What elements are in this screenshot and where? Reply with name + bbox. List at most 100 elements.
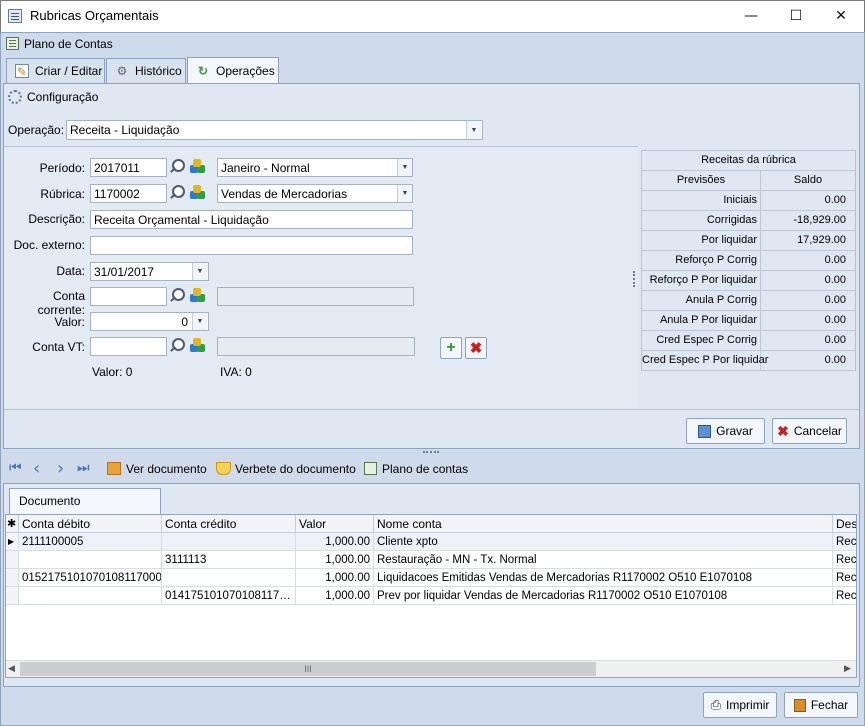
- save-button[interactable]: Gravar: [686, 418, 765, 444]
- side-col-previsoes: Previsões: [642, 171, 761, 190]
- horizontal-scrollbar[interactable]: ◀ III ▶: [6, 660, 856, 677]
- last-record-icon[interactable]: ⏭: [77, 460, 90, 476]
- grid-cell[interactable]: 1,000.00: [296, 551, 374, 569]
- side-col-saldo: Saldo: [793, 174, 823, 186]
- side-row-value: 0.00: [824, 254, 846, 266]
- grid-header-valor[interactable]: Valor: [296, 515, 374, 533]
- grid-header-nome-conta[interactable]: Nome conta: [374, 515, 833, 533]
- external-doc-input[interactable]: [90, 236, 413, 255]
- grid-cell[interactable]: Cliente xpto: [374, 533, 833, 551]
- add-plus-icon[interactable]: +: [440, 337, 462, 359]
- rubric-input[interactable]: 1170002: [90, 184, 167, 203]
- grid-cell[interactable]: 014175101070108117…: [162, 587, 296, 605]
- vt-account-label: Conta VT:: [32, 340, 85, 354]
- print-button[interactable]: ⎙ Imprimir: [703, 692, 777, 718]
- next-record-icon[interactable]: ›: [57, 458, 64, 479]
- search-icon[interactable]: [169, 287, 186, 304]
- row-selector[interactable]: [6, 569, 19, 587]
- operation-select[interactable]: Receita - Liquidação: [66, 120, 483, 140]
- lookup-cubes-icon[interactable]: [189, 287, 206, 304]
- account-input[interactable]: [90, 287, 167, 306]
- side-row-value: 0.00: [824, 294, 846, 306]
- chevron-down-icon[interactable]: ▼: [466, 121, 481, 139]
- chevron-down-icon[interactable]: ▼: [397, 159, 412, 176]
- view-document-link[interactable]: Ver documento: [126, 462, 207, 476]
- grid-cell[interactable]: Rece: [833, 569, 856, 587]
- period-desc-select[interactable]: Janeiro - Normal: [217, 158, 413, 177]
- grid-cell[interactable]: 1,000.00: [296, 569, 374, 587]
- lookup-cubes-icon[interactable]: [189, 158, 206, 175]
- tab-historico[interactable]: ⚙ Histórico: [106, 58, 186, 83]
- row-selector[interactable]: [6, 587, 19, 605]
- printer-icon: ⎙: [710, 697, 722, 712]
- remove-x-icon[interactable]: ✖: [465, 337, 487, 359]
- vt-account-input[interactable]: [90, 337, 167, 356]
- external-doc-label: Doc. externo:: [13, 238, 85, 252]
- side-row-label: Reforço P Por liquidar: [642, 271, 761, 290]
- date-value: 31/01/2017: [94, 265, 155, 279]
- cancel-button[interactable]: ✖ Cancelar: [772, 418, 847, 444]
- grid-cell[interactable]: Prev por liquidar Vendas de Mercadorias …: [374, 587, 833, 605]
- rubric-desc-select[interactable]: Vendas de Mercadorias: [217, 184, 413, 203]
- row-selector[interactable]: ▶: [6, 533, 19, 551]
- grid-cell[interactable]: Rece: [833, 551, 856, 569]
- cancel-x-icon: ✖: [777, 422, 789, 439]
- grid-cell[interactable]: [162, 533, 296, 551]
- close-label: Fechar: [810, 698, 849, 712]
- tab-operacoes[interactable]: ↻ Operações: [187, 57, 279, 84]
- lookup-cubes-icon[interactable]: [189, 337, 206, 354]
- grid-cell[interactable]: [19, 551, 162, 569]
- grid-cell[interactable]: 1,000.00: [296, 587, 374, 605]
- grid-header-conta-credito[interactable]: Conta crédito: [162, 515, 296, 533]
- scroll-thumb[interactable]: III: [20, 662, 596, 676]
- first-record-icon[interactable]: ⏮: [9, 460, 22, 476]
- row-header-corner: ✱: [6, 515, 19, 533]
- side-row-label: Anula P Por liquidar: [642, 311, 761, 330]
- divider: [4, 409, 859, 410]
- maximize-button[interactable]: ☐: [773, 0, 819, 31]
- side-row-value: 0.00: [824, 274, 846, 286]
- row-selector[interactable]: [6, 551, 19, 569]
- description-input[interactable]: Receita Orçamental - Liquidação: [90, 210, 413, 229]
- breadcrumb-plano-de-contas[interactable]: Plano de Contas: [24, 37, 113, 51]
- grid-cell[interactable]: 2111100005: [19, 533, 162, 551]
- side-row-value: -18,929.00: [793, 214, 846, 226]
- grid-cell[interactable]: 0152175101070108117000​2: [19, 569, 162, 587]
- plano-de-contas-link[interactable]: Plano de contas: [382, 462, 468, 476]
- search-icon[interactable]: [169, 158, 186, 175]
- lookup-cubes-icon[interactable]: [189, 184, 206, 201]
- grid-cell[interactable]: [162, 569, 296, 587]
- close-button[interactable]: ✕: [818, 0, 864, 31]
- search-icon[interactable]: [169, 184, 186, 201]
- tab-document[interactable]: Documento 2017011.101.1: [9, 488, 161, 532]
- grid-header-desc[interactable]: Desc: [833, 515, 856, 533]
- cancel-label: Cancelar: [793, 424, 842, 438]
- grid-cell[interactable]: Rece: [833, 587, 856, 605]
- grid-header-conta-debito[interactable]: Conta débito: [19, 515, 162, 533]
- close-window-button[interactable]: Fechar: [784, 692, 858, 718]
- verbete-link[interactable]: Verbete do documento: [235, 462, 356, 476]
- chevron-down-icon[interactable]: ▼: [192, 263, 207, 280]
- grid-cell[interactable]: Rece: [833, 533, 856, 551]
- grid-cell[interactable]: 3111113: [162, 551, 296, 569]
- side-row-label: Cred Espec P Por liquidar: [642, 351, 768, 370]
- scroll-left-icon[interactable]: ◀: [8, 663, 15, 674]
- chevron-down-icon[interactable]: ▼: [192, 313, 207, 330]
- side-row-value: 0.00: [824, 194, 846, 206]
- side-row: Reforço P Corrig 0.00: [642, 251, 855, 271]
- side-row-value: 17,929.00: [797, 234, 846, 246]
- vertical-splitter[interactable]: [633, 271, 635, 287]
- search-icon[interactable]: [169, 337, 186, 354]
- period-input[interactable]: 2017011: [90, 158, 167, 177]
- horizontal-splitter[interactable]: [423, 451, 439, 453]
- grid-cell[interactable]: [19, 587, 162, 605]
- grid-cell[interactable]: 1,000.00: [296, 533, 374, 551]
- tab-criar-editar[interactable]: ✎ Criar / Editar: [6, 58, 105, 83]
- side-row-label: Iniciais: [642, 191, 761, 210]
- grid-cell[interactable]: Restauração - MN - Tx. Normal: [374, 551, 833, 569]
- previous-record-icon[interactable]: ‹: [33, 458, 40, 479]
- grid-cell[interactable]: Liquidacoes Emitidas Vendas de Mercadori…: [374, 569, 833, 587]
- minimize-button[interactable]: —: [728, 0, 774, 31]
- scroll-right-icon[interactable]: ▶: [844, 663, 851, 674]
- chevron-down-icon[interactable]: ▼: [397, 185, 412, 202]
